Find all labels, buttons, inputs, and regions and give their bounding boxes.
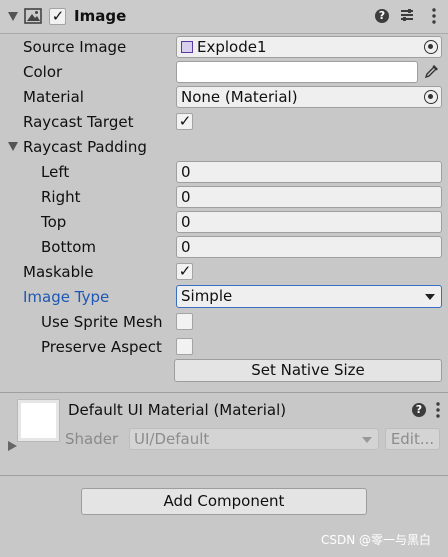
more-menu-icon[interactable] [432, 8, 436, 24]
padding-top-field[interactable]: 0 [176, 211, 442, 233]
component-title: Image [74, 7, 127, 25]
shader-label: Shader [65, 430, 119, 448]
use-sprite-mesh-label: Use Sprite Mesh [41, 313, 163, 331]
material-preview-thumbnail [17, 399, 60, 442]
preserve-aspect-label: Preserve Aspect [41, 338, 162, 356]
padding-right-label: Right [41, 188, 81, 206]
source-image-label: Source Image [23, 38, 127, 56]
help-icon[interactable]: ? [412, 403, 426, 417]
watermark: CSDN @零一与黑白 [321, 533, 432, 547]
preserve-aspect-checkbox[interactable] [176, 338, 193, 355]
raycast-target-label: Raycast Target [23, 113, 134, 131]
target-icon[interactable] [424, 90, 438, 104]
shader-value: UI/Default [134, 430, 210, 448]
component-enabled-checkbox[interactable]: ✓ [49, 7, 66, 25]
raycast-padding-label: Raycast Padding [23, 138, 147, 156]
image-type-value: Simple [181, 287, 233, 305]
padding-top-label: Top [41, 213, 67, 231]
material-value: None (Material) [181, 88, 298, 106]
expand-arrow-icon[interactable] [8, 441, 17, 451]
sprite-icon [181, 41, 193, 53]
foldout-arrow-icon[interactable] [8, 142, 18, 151]
image-type-label: Image Type [23, 288, 110, 306]
use-sprite-mesh-checkbox[interactable] [176, 313, 193, 330]
material-title: Default UI Material (Material) [68, 401, 287, 419]
component-header: ✓ Image ? [0, 0, 448, 34]
raycast-target-checkbox[interactable]: ✓ [176, 112, 193, 130]
source-image-value: Explode1 [197, 38, 267, 56]
padding-bottom-label: Bottom [41, 238, 97, 256]
more-menu-icon[interactable] [436, 402, 440, 418]
maskable-label: Maskable [23, 263, 94, 281]
material-label: Material [23, 88, 84, 106]
image-component-icon [24, 8, 42, 24]
edit-shader-button: Edit... [385, 428, 440, 450]
color-label: Color [23, 63, 63, 81]
presets-icon[interactable] [400, 8, 414, 22]
maskable-checkbox[interactable]: ✓ [176, 262, 193, 280]
dropdown-arrow-icon [362, 437, 372, 443]
padding-left-field[interactable]: 0 [176, 161, 442, 183]
section-divider [0, 475, 448, 476]
shader-dropdown: UI/Default [129, 428, 379, 450]
padding-right-field[interactable]: 0 [176, 186, 442, 208]
source-image-field[interactable]: Explode1 [176, 36, 442, 58]
set-native-size-button[interactable]: Set Native Size [174, 359, 442, 382]
add-component-button[interactable]: Add Component [81, 488, 367, 515]
target-icon[interactable] [424, 40, 438, 54]
padding-left-label: Left [41, 163, 70, 181]
section-divider [0, 392, 448, 393]
padding-bottom-field[interactable]: 0 [176, 236, 442, 258]
help-icon[interactable]: ? [375, 9, 389, 23]
foldout-arrow-icon[interactable] [8, 12, 18, 21]
dropdown-arrow-icon [425, 294, 435, 300]
material-field[interactable]: None (Material) [176, 86, 442, 108]
eyedropper-icon[interactable] [424, 63, 440, 79]
color-swatch[interactable] [176, 61, 418, 83]
image-type-dropdown[interactable]: Simple [176, 285, 442, 308]
